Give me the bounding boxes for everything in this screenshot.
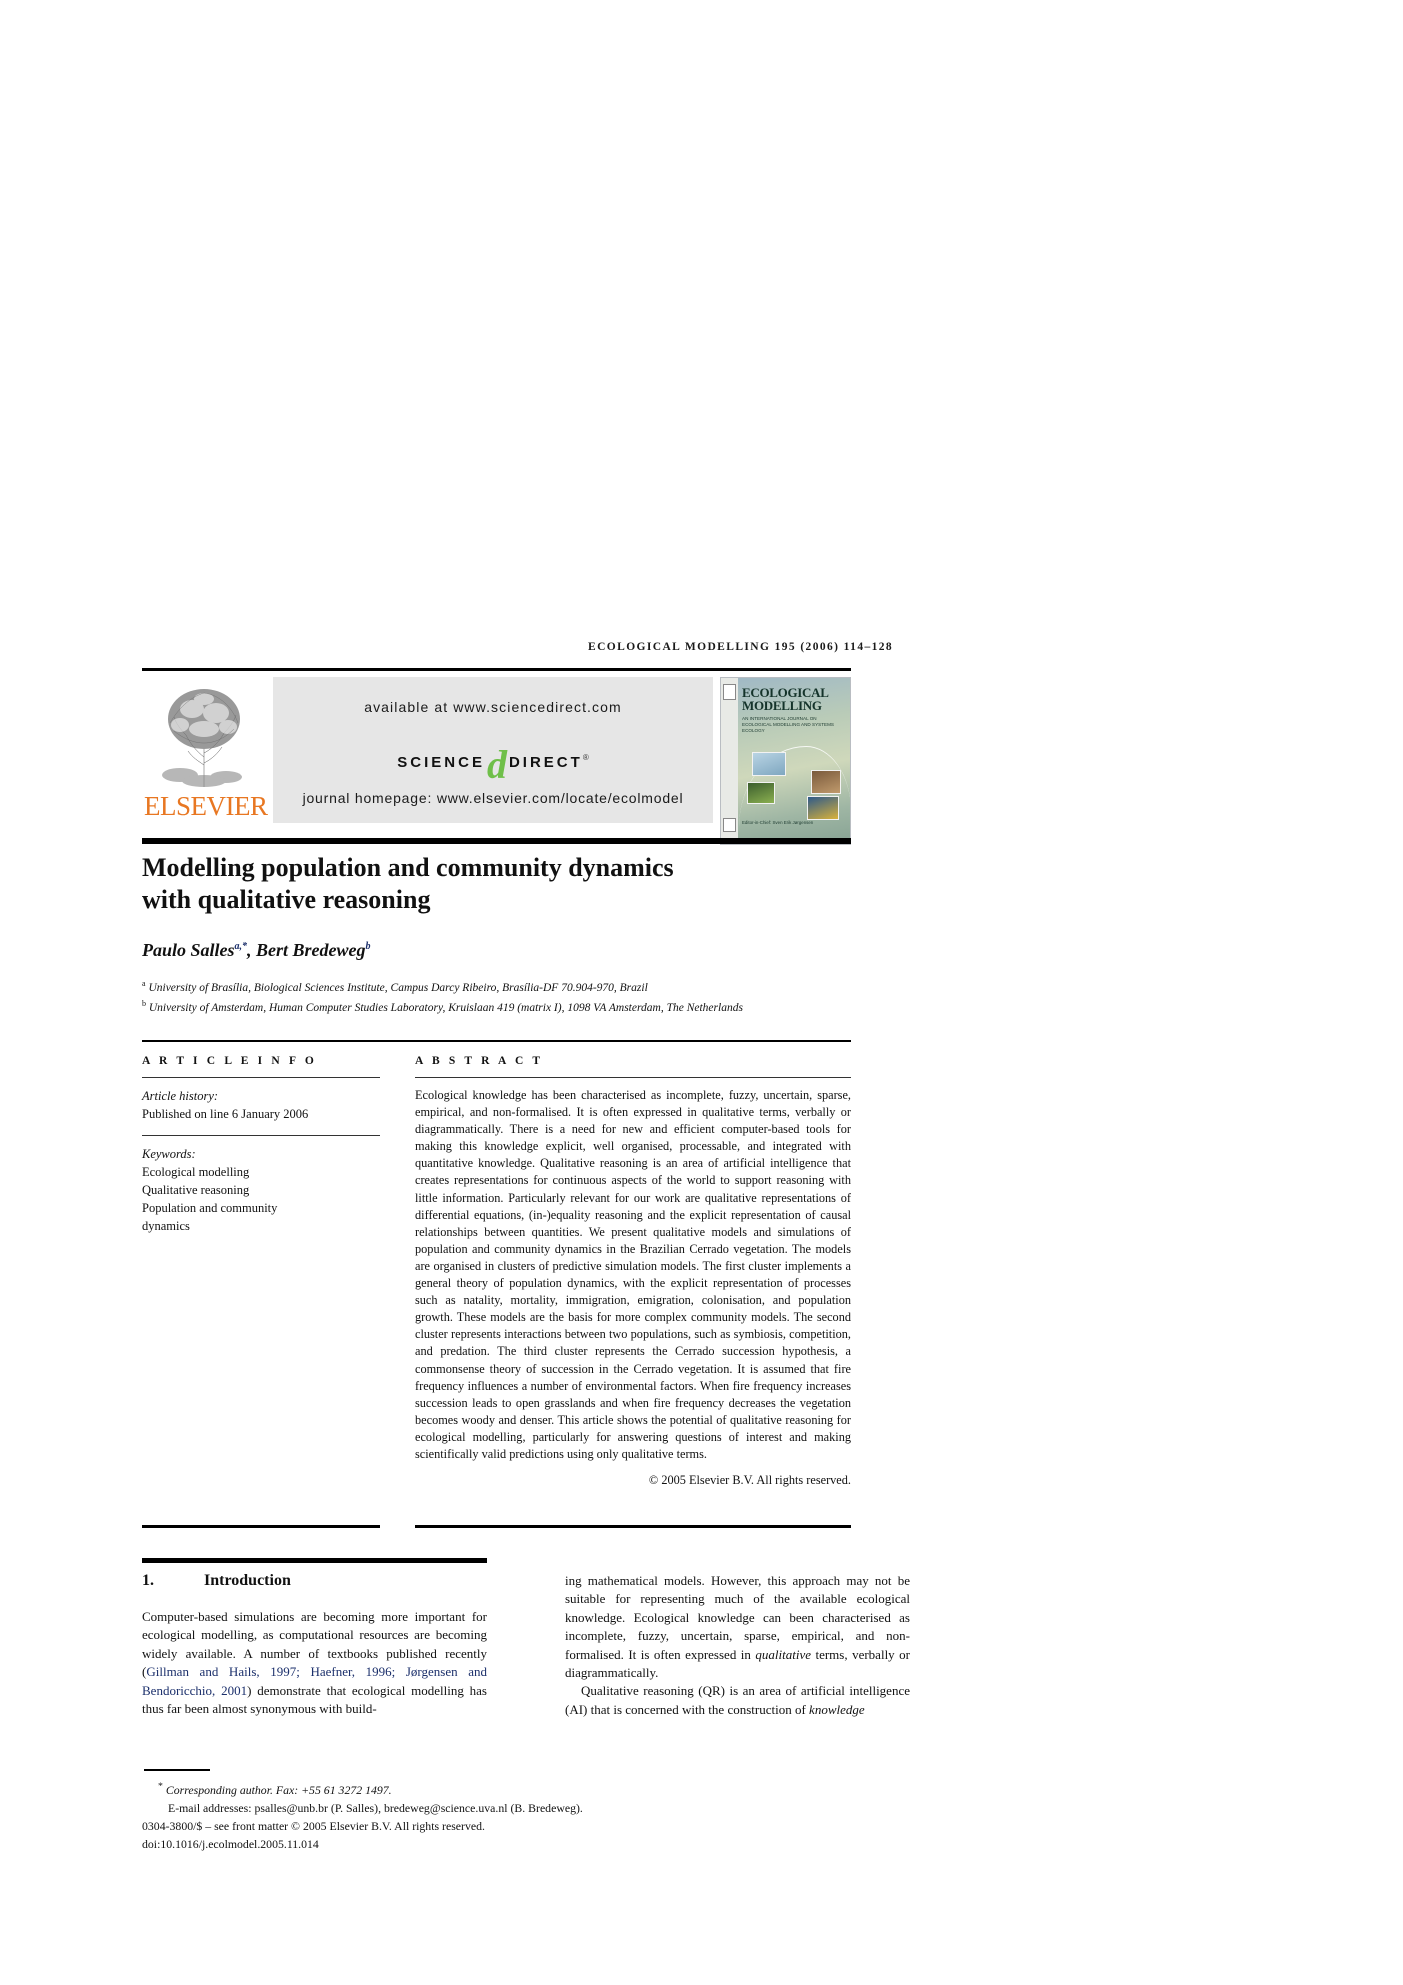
body-paragraph: Qualitative reasoning (QR) is an area of…	[565, 1682, 910, 1719]
affiliations: a University of Brasília, Biological Sci…	[142, 976, 862, 1016]
cover-elsevier-mark-icon	[723, 684, 736, 700]
cover-title: ECOLOGICAL MODELLING	[742, 685, 828, 713]
section-number: 1.	[142, 1572, 154, 1589]
author-separator: ,	[247, 940, 257, 960]
title-line-1: Modelling population and community dynam…	[142, 853, 674, 882]
author-1: Paulo Salles	[142, 940, 235, 960]
cover-subtitle: AN INTERNATIONAL JOURNAL ON ECOLOGICAL M…	[742, 716, 834, 733]
journal-homepage-text: journal homepage: www.elsevier.com/locat…	[302, 790, 684, 806]
article-info-divider	[142, 1077, 380, 1078]
article-history: Article history: Published on line 6 Jan…	[142, 1087, 380, 1123]
abstract-bottom-rule-right	[415, 1525, 851, 1528]
keyword-item: Ecological modelling	[142, 1165, 250, 1179]
sciencedirect-direct-text: DIRECT	[508, 754, 583, 771]
header-rule	[142, 668, 851, 671]
introduction-rule	[142, 1558, 487, 1563]
abstract-text: Ecological knowledge has been characteri…	[415, 1088, 851, 1461]
registered-mark-icon: ®	[582, 752, 589, 762]
footnote-rule	[144, 1769, 210, 1771]
email-label: E-mail addresses:	[168, 1800, 252, 1815]
corresponding-author-text: Corresponding author. Fax: +55 61 3272 1…	[162, 1782, 392, 1797]
emphasis-knowledge: knowledge	[809, 1701, 865, 1717]
keywords-divider	[142, 1135, 380, 1136]
author-1-affil-marker: a,*	[234, 941, 248, 952]
doi-line[interactable]: doi:10.1016/j.ecolmodel.2005.11.014	[142, 1835, 782, 1853]
abstract-label: A B S T R A C T	[415, 1055, 544, 1067]
keyword-item: Population and community	[142, 1201, 278, 1215]
elsevier-wordmark: ELSEVIER	[144, 791, 268, 821]
affiliation-b: b University of Amsterdam, Human Compute…	[142, 996, 862, 1016]
info-top-rule	[142, 1040, 851, 1042]
article-history-label: Article history:	[142, 1089, 219, 1103]
affiliation-a: a University of Brasília, Biological Sci…	[142, 976, 862, 996]
cover-photo-3	[811, 770, 841, 794]
page-title: Modelling population and community dynam…	[142, 852, 842, 916]
body-column-right: ing mathematical models. However, this a…	[565, 1572, 910, 1719]
keyword-item: Qualitative reasoning	[142, 1183, 250, 1197]
section-heading-introduction: 1. Introduction	[142, 1572, 487, 1590]
email-addresses[interactable]: psalles@unb.br (P. Salles), bredeweg@sci…	[252, 1801, 582, 1815]
cover-photo-1	[752, 752, 786, 776]
paper-page: ECOLOGICAL MODELLING 195 (2006) 114–128	[0, 0, 1403, 1985]
article-info-label: A R T I C L E I N F O	[142, 1055, 317, 1067]
author-list: Paulo Sallesa,*, Bert Bredewegb	[142, 940, 842, 961]
body-paragraph: Computer-based simulations are becoming …	[142, 1608, 487, 1718]
sciencedirect-science-text: SCIENCE	[397, 754, 485, 771]
journal-cover-thumbnail: ECOLOGICAL MODELLING AN INTERNATIONAL JO…	[720, 677, 851, 845]
footnote-block: * Corresponding author. Fax: +55 61 3272…	[142, 1778, 782, 1853]
affiliation-b-text: University of Amsterdam, Human Computer …	[146, 1001, 743, 1014]
title-line-2: with qualitative reasoning	[142, 885, 431, 914]
abstract-column: A B S T R A C T Ecological knowledge has…	[415, 1055, 851, 1488]
abstract-copyright: © 2005 Elsevier B.V. All rights reserved…	[648, 1473, 851, 1488]
issn-copyright-line: 0304-3800/$ – see front matter © 2005 El…	[142, 1818, 485, 1833]
author-2-affil-marker: b	[365, 941, 371, 952]
corresponding-author-note: * Corresponding author. Fax: +55 61 3272…	[142, 1778, 782, 1799]
cover-photo-2	[747, 782, 775, 804]
article-info-column: A R T I C L E I N F O Article history: P…	[142, 1055, 380, 1235]
affiliation-a-text: University of Brasília, Biological Scien…	[145, 981, 648, 994]
available-at-text: available at www.sciencedirect.com	[364, 699, 622, 715]
elsevier-tree-icon	[150, 679, 258, 791]
sciencedirect-block: available at www.sciencedirect.com SCIEN…	[273, 677, 713, 823]
cover-footer-text: Editor-in-Chief: Sven Erik Jørgensen	[742, 820, 814, 825]
email-note: E-mail addresses: psalles@unb.br (P. Sal…	[142, 1799, 782, 1817]
body-column-left: 1. Introduction Computer-based simulation…	[142, 1572, 487, 1718]
article-history-value: Published on line 6 January 2006	[142, 1107, 309, 1121]
cover-issn-mark-icon	[723, 818, 736, 832]
cover-photo-4	[807, 796, 839, 820]
section-title: Introduction	[204, 1572, 291, 1589]
sciencedirect-d-icon: d	[486, 742, 507, 787]
keyword-item: dynamics	[142, 1219, 190, 1233]
body-paragraph: ing mathematical models. However, this a…	[565, 1572, 910, 1682]
sciencedirect-logo: SCIENCEd DIRECT®	[273, 739, 713, 787]
abstract-bottom-rule-left	[142, 1525, 380, 1528]
author-2: Bert Bredeweg	[256, 940, 366, 960]
elsevier-logo-block: ELSEVIER	[142, 677, 268, 823]
emphasis-qualitative: qualitative	[755, 1646, 811, 1662]
keywords-block: Keywords: Ecological modelling Qualitati…	[142, 1145, 380, 1235]
abstract-divider	[415, 1077, 851, 1078]
title-rule	[142, 838, 851, 844]
journal-banner: ELSEVIER available at www.sciencedirect.…	[142, 677, 851, 845]
keywords-label: Keywords:	[142, 1147, 196, 1161]
running-head: ECOLOGICAL MODELLING 195 (2006) 114–128	[588, 641, 894, 653]
